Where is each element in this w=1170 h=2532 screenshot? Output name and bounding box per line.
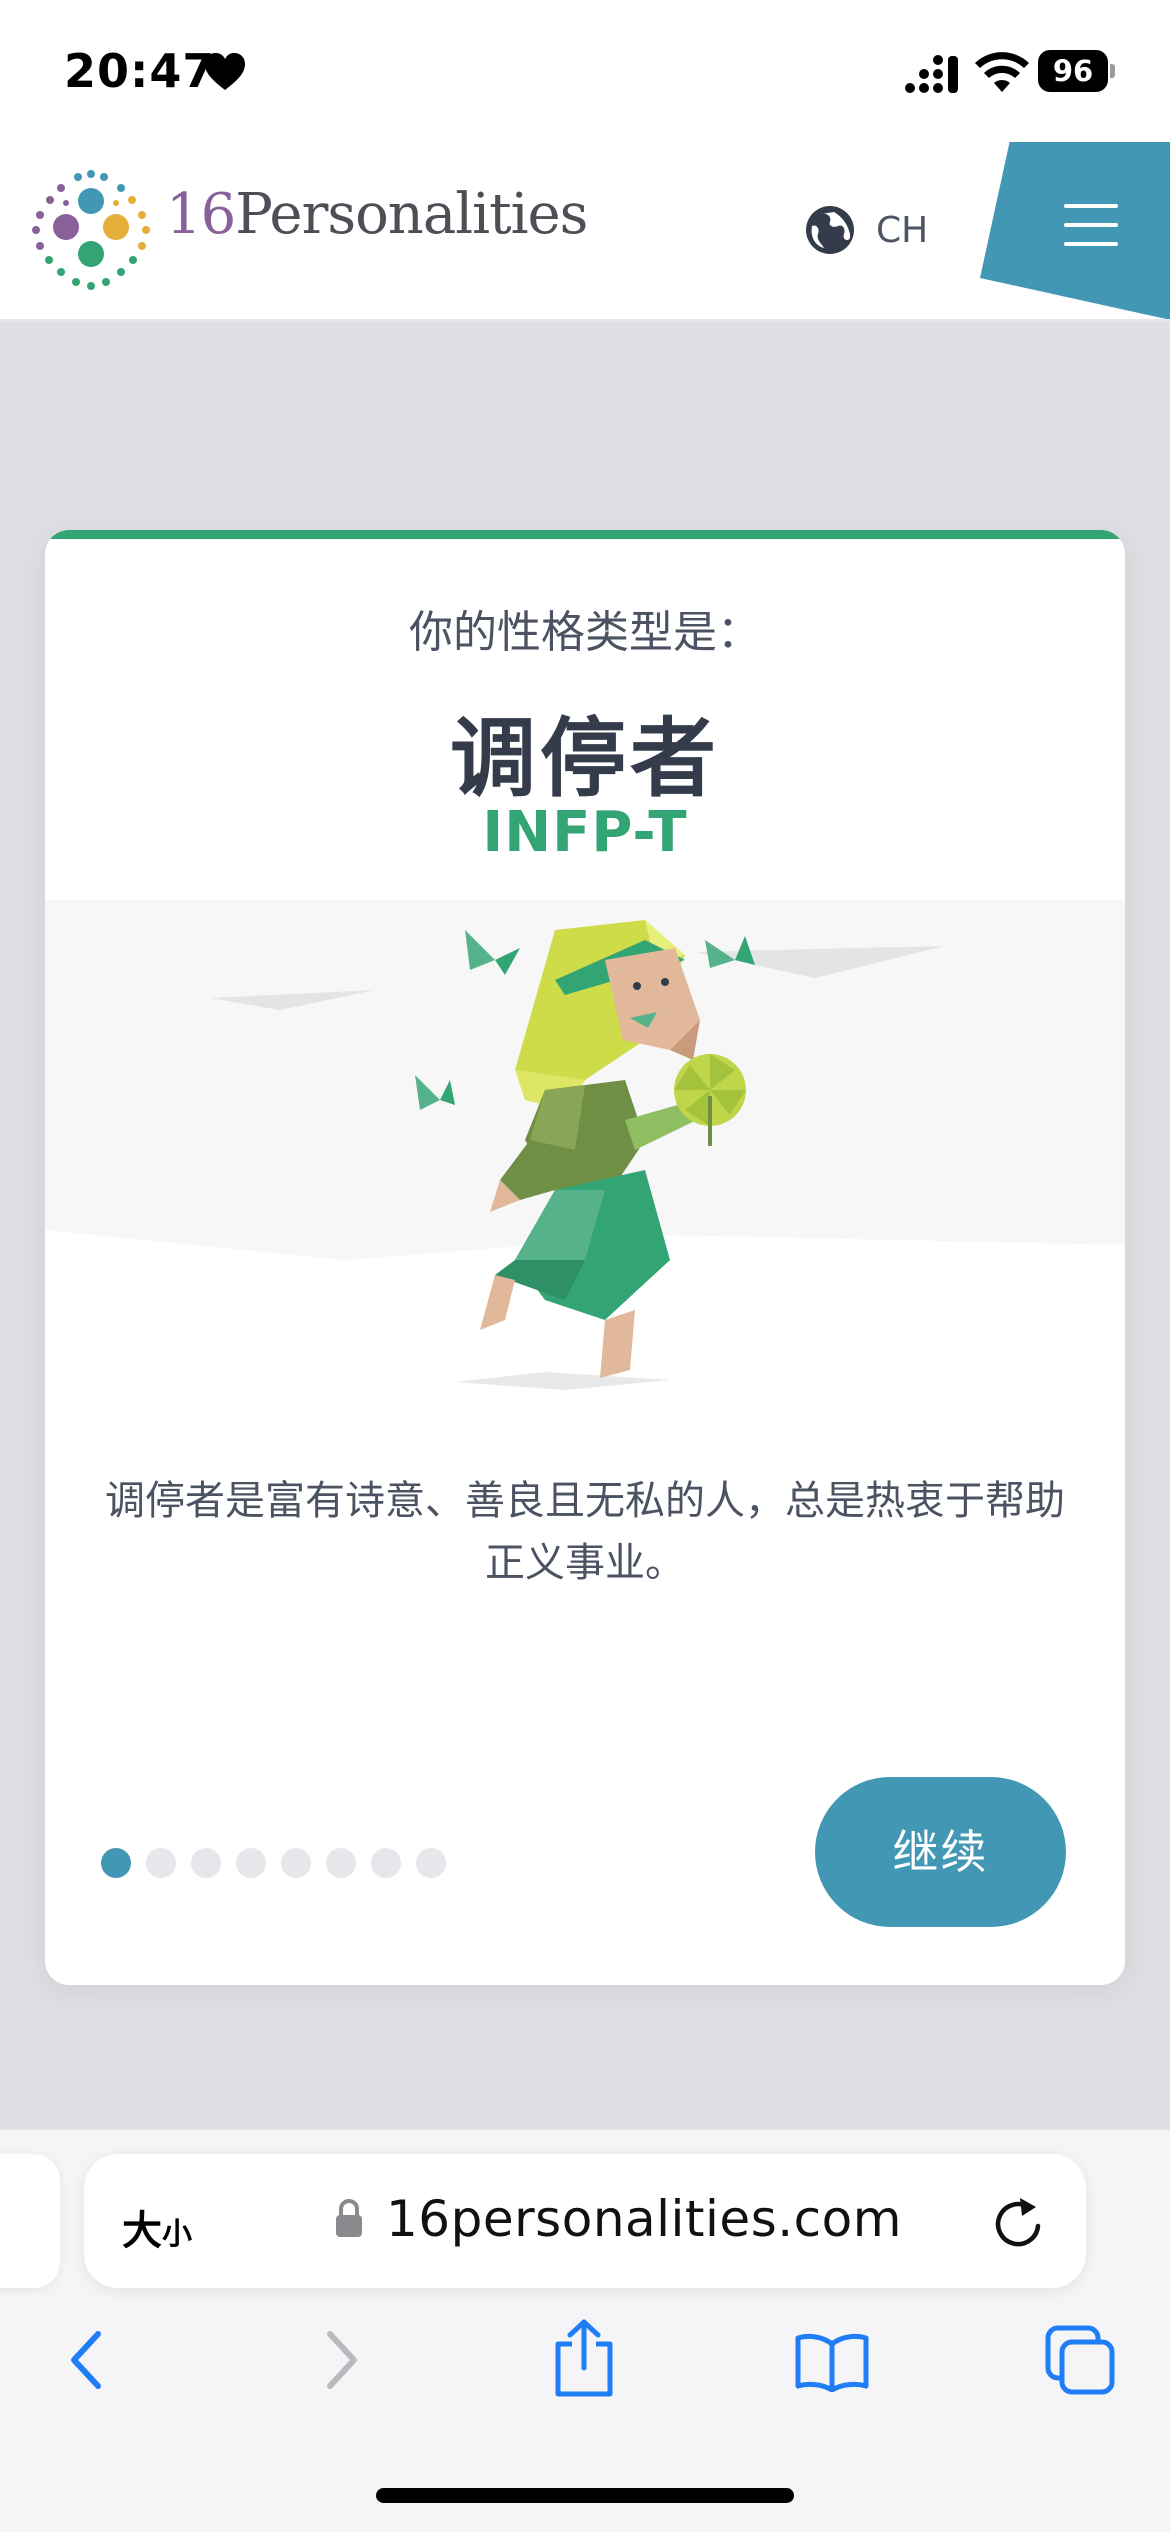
continue-button[interactable]: 继续: [815, 1777, 1066, 1927]
url-text[interactable]: 16personalities.com: [386, 2190, 902, 2248]
pager-dot-6[interactable]: [326, 1848, 356, 1878]
personality-type-name: 调停者: [450, 709, 720, 809]
mediator-illustration: [45, 900, 1125, 1440]
site-header: 16Personalities CH: [0, 142, 1170, 322]
personality-type-code: INFP-T: [482, 800, 688, 865]
globe-icon[interactable]: [804, 204, 856, 256]
forward-icon[interactable]: [318, 2326, 364, 2394]
reload-icon[interactable]: [992, 2194, 1044, 2250]
result-lead-text: 你的性格类型是：: [409, 607, 761, 658]
pager-dot-3[interactable]: [191, 1848, 221, 1878]
address-bar[interactable]: 大小 16personalities.com: [84, 2154, 1086, 2288]
pager-dot-8[interactable]: [416, 1848, 446, 1878]
card-accent-border: [45, 530, 1125, 539]
pager-dot-7[interactable]: [371, 1848, 401, 1878]
previous-tab-stub[interactable]: [0, 2154, 60, 2288]
pager-dot-1[interactable]: [101, 1848, 131, 1878]
language-label[interactable]: CH: [876, 210, 928, 251]
text-size-button[interactable]: 大小: [122, 2198, 192, 2256]
battery-icon: 96: [1038, 50, 1116, 92]
status-time: 20:47: [64, 44, 216, 98]
pager-dot-2[interactable]: [146, 1848, 176, 1878]
logo-wordmark[interactable]: 16Personalities: [166, 182, 588, 247]
back-icon[interactable]: [64, 2326, 110, 2394]
battery-level: 96: [1052, 54, 1094, 88]
heart-icon: [205, 53, 245, 90]
share-icon[interactable]: [552, 2318, 616, 2398]
pager-dot-4[interactable]: [236, 1848, 266, 1878]
personality-description: 调停者是富有诗意、善良且无私的人，总是热衷于帮助正义事业。: [105, 1478, 1065, 1586]
logo-dots-icon[interactable]: [30, 170, 152, 292]
wifi-icon: [975, 52, 1029, 92]
result-card: 你的性格类型是： 调停者 INFP-T 调停者是富有诗意、善良且无私的人，总是热…: [45, 530, 1125, 1985]
status-bar: 20:47 96: [0, 0, 1170, 142]
home-indicator: [376, 2488, 794, 2503]
tabs-icon[interactable]: [1044, 2324, 1116, 2396]
bookmarks-icon[interactable]: [794, 2330, 870, 2392]
cellular-signal-icon: [905, 55, 958, 93]
lock-icon: [336, 2199, 362, 2237]
pager-dot-5[interactable]: [281, 1848, 311, 1878]
hamburger-menu-icon[interactable]: [1064, 204, 1118, 246]
